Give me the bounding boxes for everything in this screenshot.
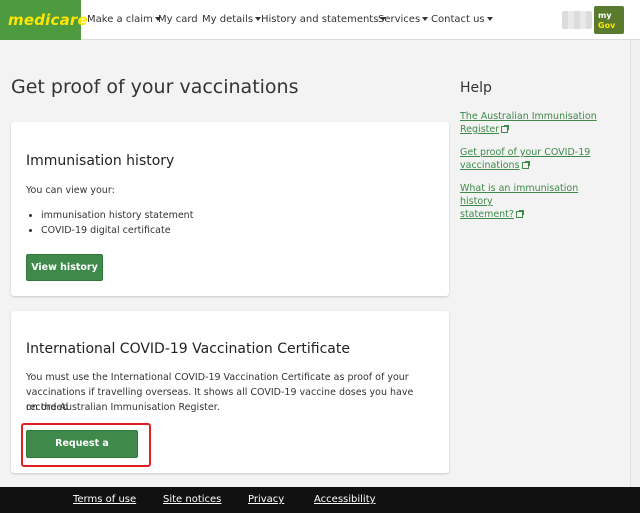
footer-terms-of-use-link[interactable]: Terms of use bbox=[73, 494, 136, 505]
footer-privacy-link[interactable]: Privacy bbox=[248, 494, 284, 505]
nav-my-details-label: My details bbox=[202, 14, 254, 25]
nav-make-a-claim-label: Make a claim bbox=[87, 14, 153, 25]
immunisation-intro-text: You can view your: bbox=[26, 185, 115, 196]
immunisation-list: immunisation history statement COVID-19 … bbox=[41, 208, 193, 238]
nav-services[interactable]: Services bbox=[378, 0, 429, 40]
mygov-logo[interactable]: my Gov bbox=[594, 6, 624, 34]
list-item: immunisation history statement bbox=[41, 208, 193, 223]
nav-make-a-claim[interactable]: Make a claim bbox=[87, 0, 161, 40]
nav-my-card[interactable]: My card bbox=[158, 0, 198, 40]
nav-contact-us-label: Contact us bbox=[431, 14, 485, 25]
help-link-line: statement? bbox=[460, 209, 514, 220]
help-link-line: vaccinations bbox=[460, 160, 520, 171]
immunisation-history-heading: Immunisation history bbox=[26, 153, 175, 169]
nav-my-card-label: My card bbox=[158, 14, 198, 25]
certificate-description-line-1: You must use the International COVID-19 … bbox=[26, 372, 409, 383]
help-link-line: Get proof of your COVID-19 bbox=[460, 147, 591, 158]
account-avatar-blurred[interactable] bbox=[562, 11, 592, 29]
highlight-box bbox=[21, 423, 151, 467]
nav-history-and-statements[interactable]: History and statements bbox=[261, 0, 387, 40]
external-link-icon bbox=[501, 125, 510, 133]
mygov-logo-line1: my bbox=[598, 11, 612, 20]
nav-history-label: History and statements bbox=[261, 14, 379, 25]
mygov-logo-line2: Gov bbox=[598, 21, 616, 30]
help-link-proof-of-vaccinations[interactable]: Get proof of your COVID-19 vaccinations bbox=[460, 146, 610, 172]
chevron-down-icon bbox=[486, 17, 493, 21]
vertical-scrollbar[interactable] bbox=[630, 40, 640, 487]
help-heading: Help bbox=[460, 80, 492, 96]
nav-my-details[interactable]: My details bbox=[202, 0, 262, 40]
list-item: COVID-19 digital certificate bbox=[41, 223, 193, 238]
immunisation-history-card: Immunisation history You can view your: … bbox=[11, 122, 449, 296]
help-link-line: What is an immunisation history bbox=[460, 183, 579, 207]
nav-contact-us[interactable]: Contact us bbox=[431, 0, 493, 40]
footer-site-notices-link[interactable]: Site notices bbox=[163, 494, 221, 505]
help-link-line: The Australian Immunisation bbox=[460, 111, 597, 122]
view-history-button[interactable]: View history bbox=[26, 254, 103, 281]
chevron-down-icon bbox=[422, 17, 429, 21]
nav-services-label: Services bbox=[378, 14, 421, 25]
page-title: Get proof of your vaccinations bbox=[11, 76, 299, 98]
help-link-immunisation-statement[interactable]: What is an immunisation history statemen… bbox=[460, 182, 610, 221]
external-link-icon bbox=[521, 161, 530, 169]
footer: Terms of use Site notices Privacy Access… bbox=[0, 487, 640, 513]
help-link-immunisation-register[interactable]: The Australian Immunisation Register bbox=[460, 110, 610, 136]
help-link-line: Register bbox=[460, 124, 500, 135]
international-certificate-heading: International COVID-19 Vaccination Certi… bbox=[26, 341, 350, 357]
certificate-description-line-3: on the Australian Immunisation Register. bbox=[26, 402, 220, 413]
medicare-logo[interactable]: medicare bbox=[0, 0, 88, 40]
external-link-icon bbox=[515, 210, 524, 218]
top-navigation-bar: medicare Make a claim My card My details… bbox=[0, 0, 640, 40]
footer-accessibility-link[interactable]: Accessibility bbox=[314, 494, 376, 505]
